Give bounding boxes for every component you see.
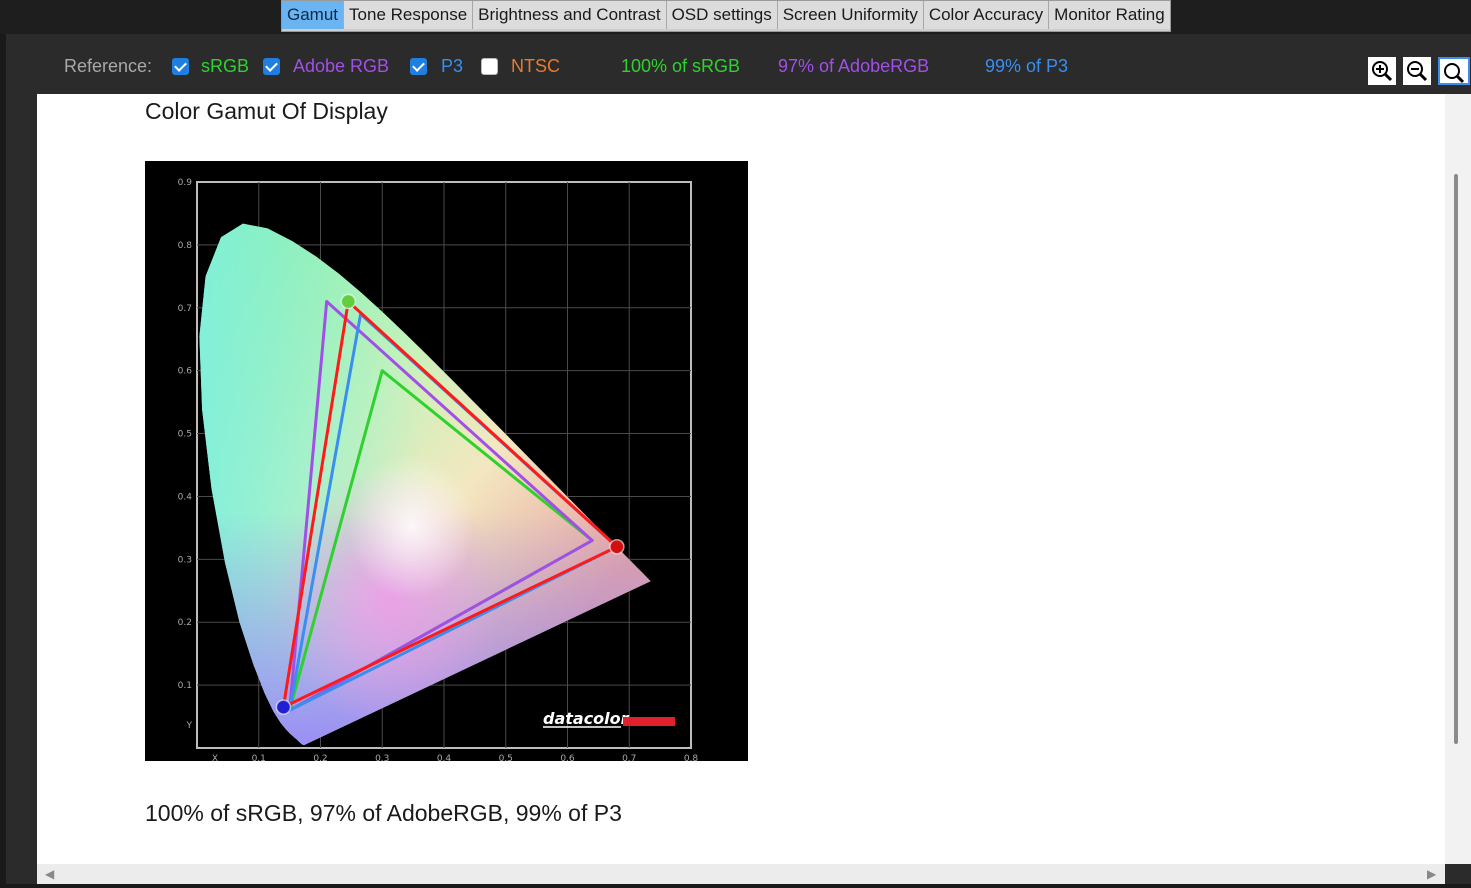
adobe-rgb-checkbox[interactable] xyxy=(263,58,280,75)
srgb-checkbox[interactable] xyxy=(172,58,189,75)
x-tick-label: 0.7 xyxy=(622,754,636,761)
y-axis-label: Y xyxy=(186,721,193,731)
zoom-out-icon xyxy=(1407,61,1428,82)
ntsc-checkbox[interactable] xyxy=(481,58,498,75)
x-tick-label: 0.3 xyxy=(375,754,389,761)
horizontal-scrollbar[interactable]: ◀ ▶ xyxy=(37,864,1445,884)
srgb-label[interactable]: sRGB xyxy=(201,56,249,77)
srgb-coverage: 100% of sRGB xyxy=(621,56,741,76)
primary-marker-blue xyxy=(275,699,292,715)
gamut-chart: 0.1 0.2 0.3 0.4 0.5 0.6 0.7 0.8 0.1 0.2 0.3 0.4 0.5 0… xyxy=(145,161,748,764)
y-tick-label: 0.8 xyxy=(178,241,193,251)
tab-screen-uniformity[interactable]: Screen Uniformity xyxy=(777,1,924,29)
page-title: Color Gamut Of Display xyxy=(145,98,388,124)
adobe-rgb-label[interactable]: Adobe RGB xyxy=(293,56,389,77)
gamut-summary: 100% of sRGB, 97% of AdobeRGB, 99% of P3 xyxy=(145,800,622,826)
tab-gamut[interactable]: Gamut xyxy=(282,1,345,29)
cie-chart-svg: 0.1 0.2 0.3 0.4 0.5 0.6 0.7 0.8 0.1 0.2 0.3 0.4 0.5 0… xyxy=(178,178,699,764)
p3-coverage: 99% of P3 xyxy=(985,56,1069,76)
zoom-reset-icon xyxy=(1444,63,1465,84)
gamut-content-pane: Color Gamut Of Display 0.1 0.2 0.3 0.4 0.5 0.… xyxy=(37,94,1445,864)
tab-strip: Gamut Tone Response Brightness and Contr… xyxy=(281,0,1171,32)
p3-checkbox[interactable] xyxy=(410,58,427,75)
zoom-in-icon xyxy=(1372,61,1393,82)
reference-toolbar: Reference: sRGB Adobe RGB P3 NTSC 100% o… xyxy=(6,34,1471,94)
zoom-out-button[interactable] xyxy=(1403,57,1431,85)
y-tick-label: 0.6 xyxy=(178,367,193,377)
x-tick-label: 0.8 xyxy=(684,754,699,761)
zoom-in-button[interactable] xyxy=(1368,57,1396,85)
x-axis-label: X xyxy=(212,754,218,761)
adobe-rgb-coverage: 97% of AdobeRGB xyxy=(778,56,930,76)
x-tick-label: 0.6 xyxy=(560,754,575,761)
ntsc-label[interactable]: NTSC xyxy=(511,56,560,77)
y-tick-label: 0.4 xyxy=(178,492,193,502)
y-tick-label: 0.7 xyxy=(178,304,192,314)
y-tick-label: 0.5 xyxy=(178,430,192,440)
scroll-left-arrow-icon[interactable]: ◀ xyxy=(45,867,54,881)
vertical-scroll-thumb[interactable] xyxy=(1454,174,1458,744)
reference-label: Reference: xyxy=(64,56,153,76)
y-tick-label: 0.3 xyxy=(178,555,192,565)
tab-brightness-contrast[interactable]: Brightness and Contrast xyxy=(473,1,667,29)
scroll-right-arrow-icon[interactable]: ▶ xyxy=(1427,867,1436,881)
tab-color-accuracy[interactable]: Color Accuracy xyxy=(923,1,1050,29)
primary-marker-red xyxy=(609,539,625,555)
primary-marker-green xyxy=(340,293,357,310)
x-tick-label: 0.1 xyxy=(252,754,266,761)
x-tick-label: 0.4 xyxy=(437,754,452,761)
y-tick-label: 0.2 xyxy=(178,618,192,628)
tab-monitor-rating[interactable]: Monitor Rating xyxy=(1049,1,1170,29)
y-tick-label: 0.9 xyxy=(178,178,193,188)
p3-label[interactable]: P3 xyxy=(441,56,463,77)
x-tick-label: 0.2 xyxy=(313,754,327,761)
zoom-reset-button[interactable] xyxy=(1438,57,1470,85)
tab-bar: Gamut Tone Response Brightness and Contr… xyxy=(0,0,1471,34)
tab-osd-settings[interactable]: OSD settings xyxy=(666,1,778,29)
datacolor-logo: datacolor xyxy=(543,709,630,728)
tab-tone-response[interactable]: Tone Response xyxy=(344,1,474,29)
bottom-edge-strip xyxy=(0,884,1471,888)
datacolor-logo-bar xyxy=(623,717,675,726)
x-tick-label: 0.5 xyxy=(499,754,513,761)
vertical-scrollbar[interactable] xyxy=(1445,94,1471,864)
y-tick-label: 0.1 xyxy=(178,681,192,691)
left-edge-strip xyxy=(0,34,6,888)
